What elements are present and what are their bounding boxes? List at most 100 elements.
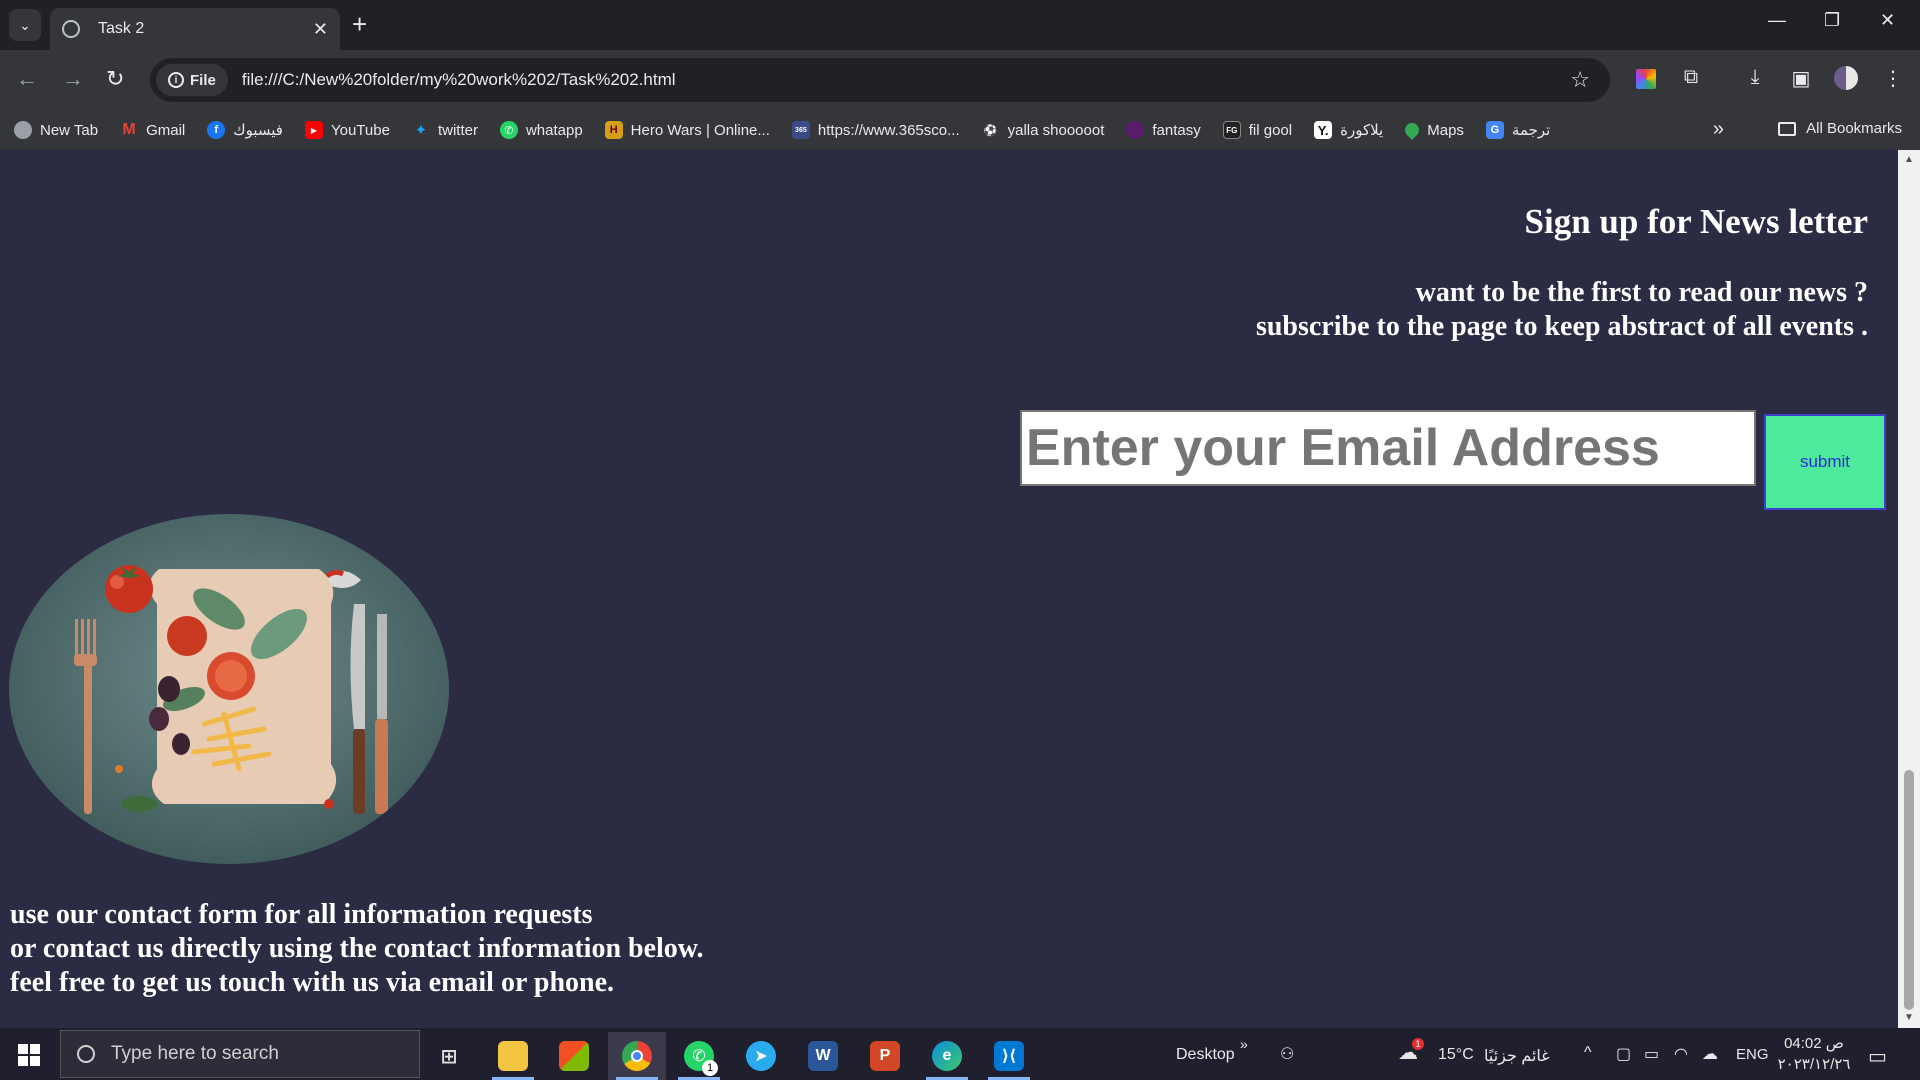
- premier-league-icon: [1126, 121, 1145, 139]
- bookmark-youtube[interactable]: ▶ YouTube: [304, 121, 390, 139]
- scroll-down-arrow-icon[interactable]: ▼: [1904, 1012, 1914, 1023]
- restore-icon[interactable]: ❐: [1824, 10, 1840, 31]
- bookmark-whatsapp[interactable]: ✆ whatapp: [499, 121, 583, 139]
- tab-search-chevron-icon[interactable]: ⌄: [9, 9, 41, 41]
- bookmark-gmail[interactable]: M Gmail: [120, 121, 185, 139]
- bookmark-maps[interactable]: Maps: [1402, 120, 1464, 140]
- menu-kebab-icon[interactable]: ⋮: [1880, 66, 1906, 92]
- new-tab-plus-icon[interactable]: +: [352, 10, 367, 38]
- bookmark-facebook[interactable]: f فيسبوك: [207, 121, 283, 139]
- battery-icon[interactable]: ▭: [1644, 1044, 1659, 1064]
- bookmark-hero-wars[interactable]: H Hero Wars | Online...: [604, 121, 770, 139]
- page-scrollbar[interactable]: ▲ ▼: [1898, 150, 1920, 1028]
- powerpoint-icon[interactable]: P: [856, 1032, 914, 1080]
- all-bookmarks-button[interactable]: All Bookmarks: [1778, 120, 1902, 137]
- bookmark-new-tab[interactable]: New Tab: [14, 121, 98, 139]
- bookmark-label: Maps: [1427, 121, 1464, 139]
- side-panel-icon[interactable]: ▣: [1788, 66, 1814, 92]
- globe-icon: [14, 121, 32, 139]
- signup-title: Sign up for News letter: [1524, 202, 1869, 241]
- bookmark-fil-gool[interactable]: FG fil gool: [1222, 121, 1292, 139]
- microsoft-store-icon[interactable]: [545, 1032, 603, 1080]
- site-info-chip[interactable]: i File: [156, 64, 228, 96]
- gmail-icon: M: [122, 121, 136, 138]
- bookmark-label: https://www.365sco...: [817, 121, 960, 139]
- onedrive-cloud-icon[interactable]: ☁: [1702, 1044, 1718, 1064]
- bookmark-yalla-shoot[interactable]: ⚽ yalla shooooot: [982, 121, 1105, 139]
- task-view-icon[interactable]: ⊞: [420, 1032, 478, 1080]
- tab-title: Task 2: [98, 20, 145, 37]
- email-input[interactable]: [1020, 410, 1756, 486]
- whatsapp-badge: 1: [702, 1060, 718, 1076]
- weather-badge: 1: [1412, 1038, 1424, 1050]
- browser-tab[interactable]: Task 2 ✕: [50, 8, 340, 50]
- chrome-taskbar-icon[interactable]: [608, 1032, 666, 1080]
- bookmark-star-icon[interactable]: ☆: [1570, 67, 1590, 93]
- yalla-shoot-icon: ⚽: [983, 124, 998, 137]
- word-icon[interactable]: W: [794, 1032, 852, 1080]
- search-icon: [77, 1045, 95, 1063]
- bookmark-label: فيسبوك: [233, 122, 283, 139]
- reload-icon[interactable]: ↻: [106, 66, 124, 92]
- taskbar-search-box[interactable]: Type here to search: [60, 1030, 420, 1078]
- desktop-toolbar-label[interactable]: Desktop: [1176, 1046, 1235, 1064]
- whatsapp-taskbar-icon[interactable]: ✆ 1: [670, 1032, 728, 1080]
- tab-favicon-globe-icon: [62, 20, 80, 38]
- download-icon[interactable]: ⤓: [1742, 66, 1768, 92]
- bookmark-365scores[interactable]: 365 https://www.365sco...: [791, 121, 960, 139]
- scroll-up-arrow-icon[interactable]: ▲: [1904, 154, 1914, 165]
- wifi-icon[interactable]: ◠: [1674, 1044, 1688, 1064]
- twitter-icon: ✦: [414, 122, 428, 139]
- bookmark-label: Hero Wars | Online...: [630, 121, 770, 139]
- weather-temperature[interactable]: 15°C: [1438, 1046, 1474, 1064]
- address-bar[interactable]: i File file:///C:/New%20folder/my%20work…: [150, 58, 1610, 102]
- bookmark-label: yalla shooooot: [1007, 121, 1105, 139]
- language-indicator[interactable]: ENG: [1736, 1046, 1769, 1063]
- close-window-icon[interactable]: ✕: [1880, 10, 1895, 31]
- bookmark-twitter[interactable]: ✦ twitter: [412, 121, 478, 140]
- hero-wars-icon: H: [604, 121, 623, 139]
- colorful-extension-icon[interactable]: [1633, 66, 1659, 92]
- bookmark-label: Gmail: [146, 121, 186, 139]
- forward-arrow-icon[interactable]: →: [62, 66, 84, 92]
- submit-button[interactable]: submit: [1764, 414, 1886, 510]
- filgoal-icon: FG: [1222, 121, 1241, 139]
- telegram-icon[interactable]: ➤: [732, 1032, 790, 1080]
- show-hidden-icons-chevron-icon[interactable]: ^: [1584, 1044, 1592, 1062]
- windows-start-icon[interactable]: [18, 1044, 40, 1066]
- clock[interactable]: 04:02 ص ٢٠٢٣/١٢/٢٦: [1776, 1033, 1852, 1075]
- bookmark-translate[interactable]: G ترجمة: [1485, 121, 1550, 139]
- extensions-puzzle-icon[interactable]: ⧉: [1678, 66, 1704, 92]
- file-explorer-icon[interactable]: [484, 1032, 542, 1080]
- contact-line-2: or contact us directly using the contact…: [10, 933, 704, 964]
- edge-icon[interactable]: e: [918, 1032, 976, 1080]
- bookmark-label: whatapp: [525, 121, 583, 139]
- folder-icon: [1778, 121, 1797, 136]
- taskbar-search-placeholder: Type here to search: [111, 1043, 279, 1064]
- bookmark-fantasy[interactable]: fantasy: [1126, 121, 1201, 139]
- url-text[interactable]: file:///C:/New%20folder/my%20work%202/Ta…: [242, 70, 1570, 90]
- contact-line-3: feel free to get us touch with us via em…: [10, 967, 615, 998]
- vscode-icon[interactable]: ⟩⟨: [980, 1032, 1038, 1080]
- minimize-icon[interactable]: —: [1768, 10, 1786, 31]
- meet-now-icon[interactable]: ▢: [1616, 1044, 1631, 1064]
- notification-center-icon[interactable]: ▭: [1868, 1044, 1887, 1069]
- profile-avatar-icon[interactable]: [1834, 66, 1860, 92]
- back-arrow-icon[interactable]: ←: [16, 66, 38, 92]
- toolbar-chevron-icon[interactable]: »: [1240, 1036, 1248, 1052]
- bookmark-label: YouTube: [330, 121, 390, 139]
- signup-line-2: subscribe to the page to keep abstract o…: [1255, 311, 1868, 342]
- clock-time: 04:02 ص: [1784, 1035, 1844, 1052]
- scrollbar-thumb[interactable]: [1904, 770, 1914, 1010]
- whatsapp-icon: ✆: [499, 121, 518, 139]
- info-icon: i: [168, 72, 184, 88]
- bookmark-label: fantasy: [1152, 121, 1201, 139]
- more-bookmarks-chevron-icon[interactable]: »: [1713, 118, 1724, 141]
- all-bookmarks-label: All Bookmarks: [1806, 120, 1902, 137]
- people-icon[interactable]: ⚇: [1280, 1044, 1294, 1064]
- weather-description[interactable]: غائم جزئيًا: [1484, 1046, 1550, 1066]
- tab-close-icon[interactable]: ✕: [313, 19, 328, 40]
- bookmark-yallakora[interactable]: Y. يلاكورة: [1314, 121, 1383, 139]
- browser-toolbar: ← → ↻ i File file:///C:/New%20folder/my%…: [0, 50, 1920, 110]
- signup-line-1: want to be the first to read our news ?: [1415, 277, 1868, 308]
